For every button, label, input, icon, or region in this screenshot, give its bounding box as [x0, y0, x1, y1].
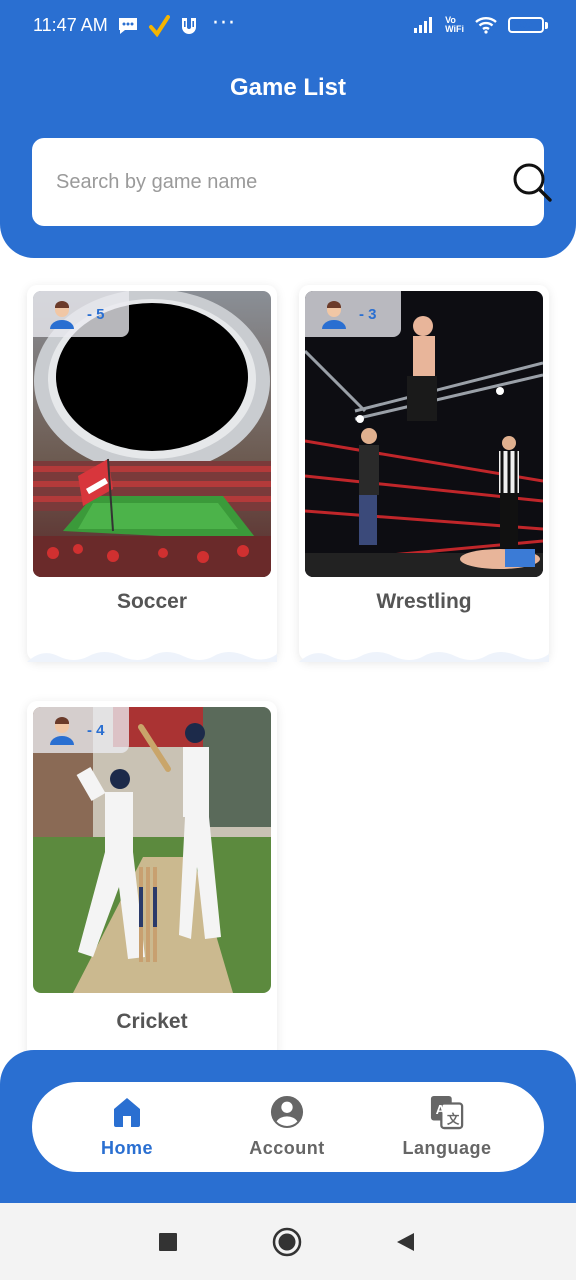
system-navigation-bar: [0, 1203, 576, 1280]
status-time: 11:47 AM: [33, 15, 108, 35]
nav-item-language[interactable]: A 文 Language: [372, 1094, 522, 1164]
svg-text:文: 文: [447, 1111, 460, 1126]
home-button-icon[interactable]: [272, 1227, 302, 1257]
player-count-badge: - 3: [305, 291, 401, 337]
volte-indicator: Vo WiFi: [445, 15, 464, 34]
player-count-badge: - 4: [33, 707, 129, 753]
nav-label: Language: [402, 1138, 492, 1158]
nav-label: Home: [100, 1138, 153, 1158]
back-icon[interactable]: [394, 1231, 416, 1253]
page-title: Game List: [229, 74, 347, 101]
header: 11:47 AM ··· Vo WiFi 80 Game List Search…: [0, 0, 576, 258]
translate-icon: A 文: [430, 1095, 464, 1130]
nav-item-home[interactable]: Home: [52, 1094, 202, 1164]
player-count: - 4: [87, 721, 105, 739]
player-avatar-icon: [322, 301, 346, 329]
account-icon: [270, 1095, 304, 1129]
check-icon: [149, 15, 170, 37]
card-wave-edge: [27, 652, 277, 662]
player-count: - 5: [87, 305, 105, 323]
recent-apps-icon[interactable]: [158, 1232, 178, 1252]
search-bar: [32, 138, 552, 226]
more-notifications-icon: ···: [212, 11, 236, 36]
bottom-navigation: Home Account A 文 Language: [0, 1050, 576, 1203]
search-icon[interactable]: [510, 160, 556, 206]
signal-icon: [414, 17, 433, 33]
card-wave-edge: [299, 652, 549, 662]
status-bar: 11:47 AM ··· Vo WiFi 80: [0, 0, 576, 56]
game-card-cricket[interactable]: - 4 Cricket: [27, 701, 277, 1061]
player-count: - 3: [359, 305, 377, 323]
player-count-badge: - 5: [33, 291, 129, 337]
svg-text:A: A: [436, 1102, 446, 1117]
home-icon: [114, 1098, 140, 1127]
message-icon: [119, 18, 137, 34]
player-avatar-icon: [50, 301, 74, 329]
player-avatar-icon: [50, 717, 74, 745]
nav-pill: Home Account A 文 Language: [32, 1082, 544, 1172]
magnet-icon: [182, 18, 196, 34]
game-name: Wrestling: [376, 590, 472, 613]
nav-label: Account: [249, 1138, 325, 1158]
wifi-icon: [475, 17, 497, 34]
game-name: Cricket: [116, 1010, 188, 1033]
search-input[interactable]: [56, 164, 456, 200]
app-root: 11:47 AM ··· Vo WiFi 80 Game List Search…: [0, 0, 576, 1280]
game-card-wrestling[interactable]: - 3 Wrestling: [299, 285, 549, 662]
game-name: Soccer: [116, 590, 188, 613]
nav-item-account[interactable]: Account: [212, 1094, 362, 1164]
game-card-soccer[interactable]: - 5 Soccer: [27, 285, 277, 662]
battery-icon: 80: [508, 17, 544, 33]
battery-level: 80: [519, 19, 533, 31]
